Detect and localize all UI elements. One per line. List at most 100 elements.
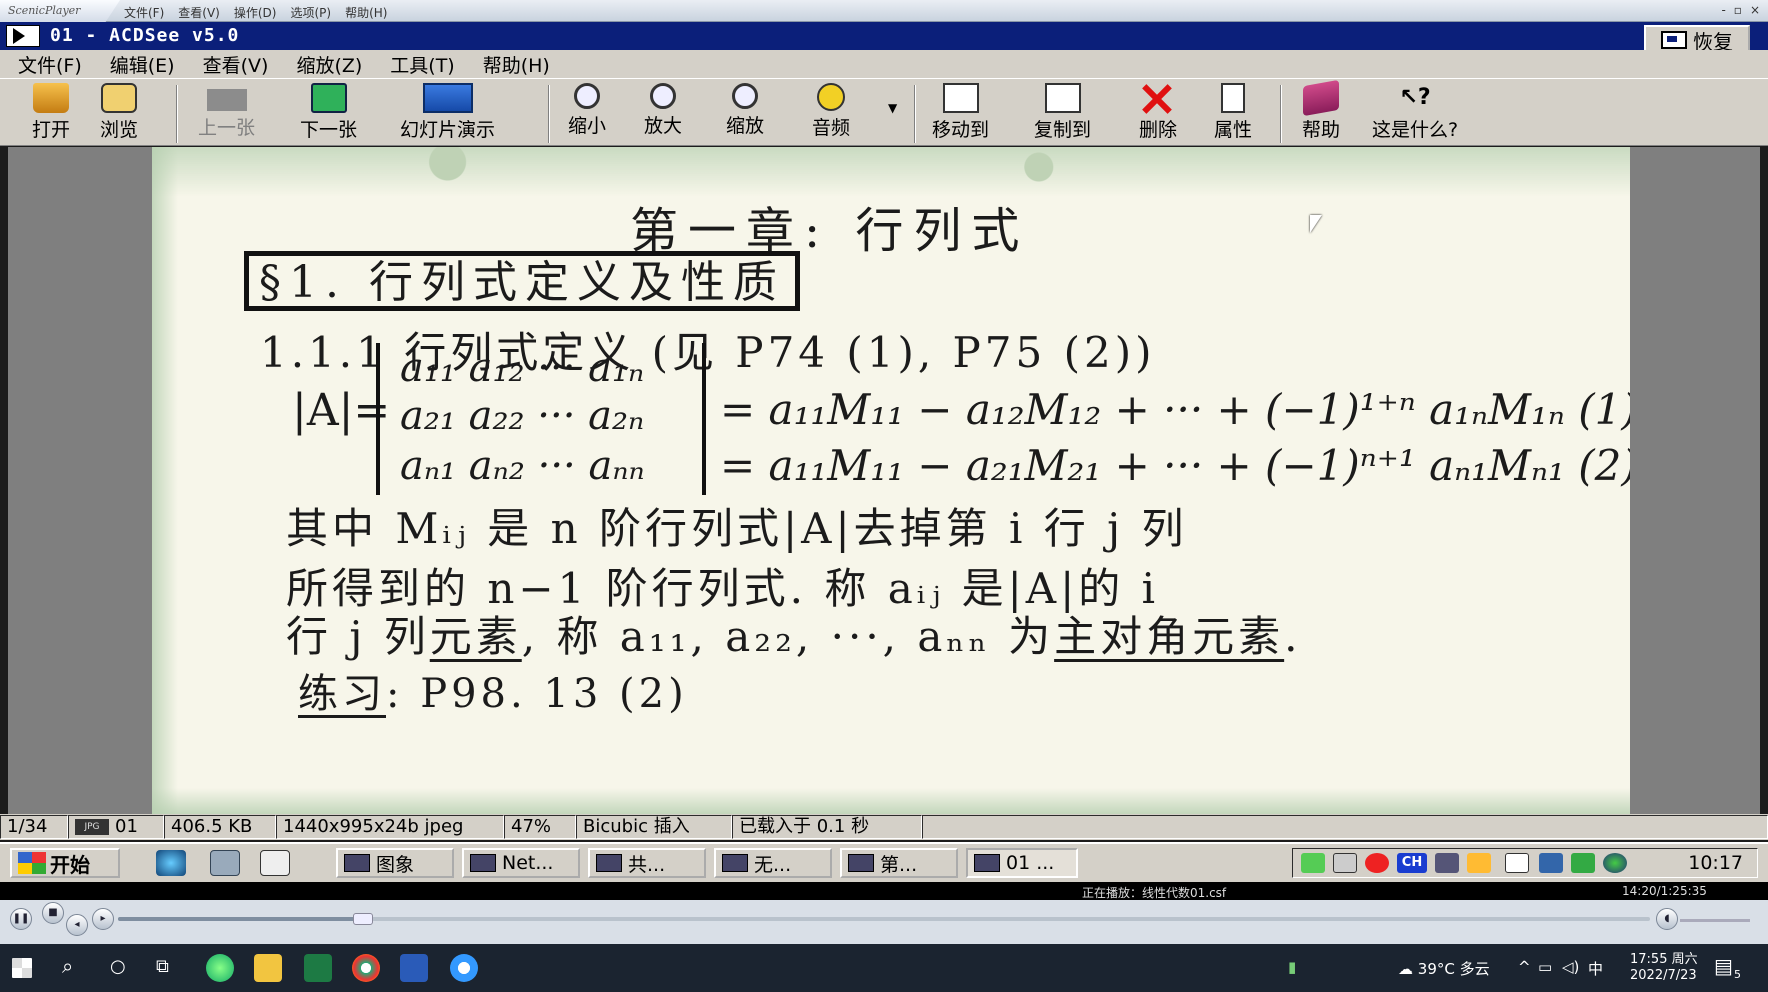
tray-chevron-icon[interactable]: ^ — [1518, 958, 1531, 976]
task-button[interactable]: 共... — [588, 848, 706, 878]
menu-tools[interactable]: 工具(T) — [390, 51, 454, 78]
audio-dropdown-arrow[interactable]: ▼ — [888, 101, 897, 115]
speaker-tray-icon[interactable] — [1333, 853, 1357, 873]
matrix-row: aₙ₁ aₙ₂ ··· aₙₙ — [400, 443, 645, 489]
close-button[interactable]: × — [1750, 3, 1760, 17]
seek-handle[interactable] — [353, 913, 374, 925]
display-icon[interactable] — [1435, 853, 1459, 873]
taskbar-date[interactable]: 2022/7/23 — [1630, 968, 1697, 983]
file-size: 406.5 KB — [164, 815, 276, 839]
volume-tray-icon[interactable]: ◁) — [1562, 958, 1579, 976]
channel-icon[interactable] — [260, 850, 290, 876]
ie-icon[interactable] — [156, 850, 186, 876]
tray-app-icon[interactable] — [1571, 853, 1595, 873]
menu-zoom[interactable]: 缩放(Z) — [296, 51, 362, 78]
menu-edit[interactable]: 编辑(E) — [110, 51, 175, 78]
stop-button[interactable]: ■ — [42, 902, 64, 924]
file-explorer-icon[interactable] — [254, 954, 282, 982]
excel-icon[interactable] — [304, 954, 332, 982]
task-button[interactable]: 图象 — [336, 848, 454, 878]
browse-label: 浏览 — [100, 119, 139, 141]
task-view-icon[interactable]: ⧉ — [156, 956, 169, 977]
menu-help[interactable]: 帮助(H) — [483, 51, 550, 78]
system-tray: CH 10:17 — [1292, 848, 1758, 878]
previous-image-button[interactable]: 上一张 — [198, 83, 255, 140]
next-track-button[interactable]: ▸ — [92, 908, 114, 930]
globe-icon[interactable] — [1603, 853, 1627, 873]
browser-360-icon[interactable] — [206, 954, 234, 982]
search-icon[interactable]: ⌕ — [62, 954, 73, 978]
scheduler-icon[interactable] — [1467, 853, 1491, 873]
toolbar-separator — [176, 85, 178, 143]
restore-window-button[interactable]: ▫ — [1734, 3, 1742, 17]
weather-text: 39°C 多云 — [1417, 960, 1490, 978]
notification-count: 5 — [1734, 968, 1741, 981]
pause-button[interactable]: ❚❚ — [10, 908, 32, 930]
blocked-icon[interactable] — [1365, 853, 1389, 873]
network-tray-icon[interactable]: ▭ — [1538, 958, 1552, 976]
determinant-matrix: a₁₁ a₁₂ ··· a₁ₙ a₂₁ a₂₂ ··· a₂ₙ aₙ₁ aₙ₂ … — [376, 343, 706, 495]
volume-icon: ◖ — [1664, 913, 1670, 924]
move-to-button[interactable]: 移动到 — [932, 83, 989, 142]
task-label: 图象 — [376, 853, 415, 876]
cortana-icon[interactable]: ○ — [110, 956, 126, 977]
image-index: 1/34 — [0, 815, 68, 839]
chrome-icon[interactable] — [352, 954, 380, 982]
next-image-button[interactable]: 下一张 — [300, 83, 357, 142]
notification-icon[interactable]: ▤ — [1714, 954, 1733, 978]
task-button[interactable]: Net... — [462, 848, 580, 878]
audio-button[interactable]: 音频 — [812, 83, 850, 140]
volume-button[interactable]: ◖ — [1656, 908, 1678, 930]
task-button-active[interactable]: 01 ... — [966, 848, 1078, 878]
properties-button[interactable]: 属性 — [1214, 83, 1252, 142]
whats-this-button[interactable]: ↖? 这是什么? — [1372, 83, 1458, 142]
start-button[interactable]: 开始 — [10, 848, 120, 878]
scenic-menu-file[interactable]: 文件(F) — [124, 4, 164, 21]
browse-button[interactable]: 浏览 — [100, 83, 138, 142]
scenicplayer-task-icon[interactable] — [450, 954, 478, 982]
file-name: JPG 01 — [68, 815, 164, 839]
monitor-icon[interactable] — [1505, 853, 1529, 873]
scenic-menu-options[interactable]: 选项(P) — [290, 4, 331, 21]
volume-slider[interactable] — [1680, 919, 1750, 922]
zoom-out-button[interactable]: 缩小 — [568, 83, 606, 138]
word-icon[interactable] — [400, 954, 428, 982]
network-icon[interactable] — [1301, 853, 1325, 873]
task-label: Net... — [502, 852, 554, 874]
open-button[interactable]: 打开 — [32, 83, 70, 142]
taskbar-time[interactable]: 17:55 周六 — [1630, 948, 1698, 967]
start-label: 开始 — [50, 852, 90, 877]
help-button[interactable]: 帮助 — [1302, 79, 1340, 142]
battery-icon[interactable]: ▮ — [1288, 958, 1296, 976]
skip-forward-icon: ▸ — [100, 913, 106, 924]
zoom-in-button[interactable]: 放大 — [644, 83, 682, 138]
scenic-menu-action[interactable]: 操作(D) — [234, 4, 277, 21]
delete-label: 删除 — [1138, 119, 1177, 141]
minimize-button[interactable]: - — [1721, 3, 1725, 17]
tray-app-icon[interactable] — [1539, 853, 1563, 873]
menu-file[interactable]: 文件(F) — [18, 51, 82, 78]
slideshow-button[interactable]: 幻灯片演示 — [400, 83, 495, 142]
task-button[interactable]: 第... — [840, 848, 958, 878]
delete-button[interactable]: 删除 — [1138, 83, 1178, 142]
scenic-menu-view[interactable]: 查看(V) — [178, 4, 220, 21]
zoom-in-icon — [650, 83, 676, 109]
zoom-dropdown-button[interactable]: 缩放 — [726, 83, 764, 138]
copy-to-button[interactable]: 复制到 — [1034, 83, 1091, 142]
acdsee-app-icon[interactable] — [6, 25, 40, 47]
help-book-icon — [1303, 79, 1339, 117]
windows-start-icon[interactable] — [12, 958, 32, 978]
ime-mode[interactable]: 中 — [1588, 958, 1603, 979]
zoom-level: 47% — [504, 815, 576, 839]
task-button[interactable]: 无... — [714, 848, 832, 878]
seek-bar[interactable] — [118, 913, 1650, 925]
whats-this-label: 这是什么? — [1372, 119, 1459, 141]
scenic-menu-help[interactable]: 帮助(H) — [345, 4, 387, 21]
prev-track-button[interactable]: ◂ — [66, 914, 88, 936]
image-edge-decoration — [152, 147, 1630, 197]
ime-indicator[interactable]: CH — [1397, 853, 1427, 873]
menu-view[interactable]: 查看(V) — [203, 51, 269, 78]
image-viewer[interactable]: 第一章: 行列式 §1. 行列式定义及性质 1.1.1 行列式定义 (见 P74… — [8, 147, 1760, 814]
desktop-icon[interactable] — [210, 850, 240, 876]
weather-widget[interactable]: ☁ 39°C 多云 — [1398, 958, 1490, 979]
